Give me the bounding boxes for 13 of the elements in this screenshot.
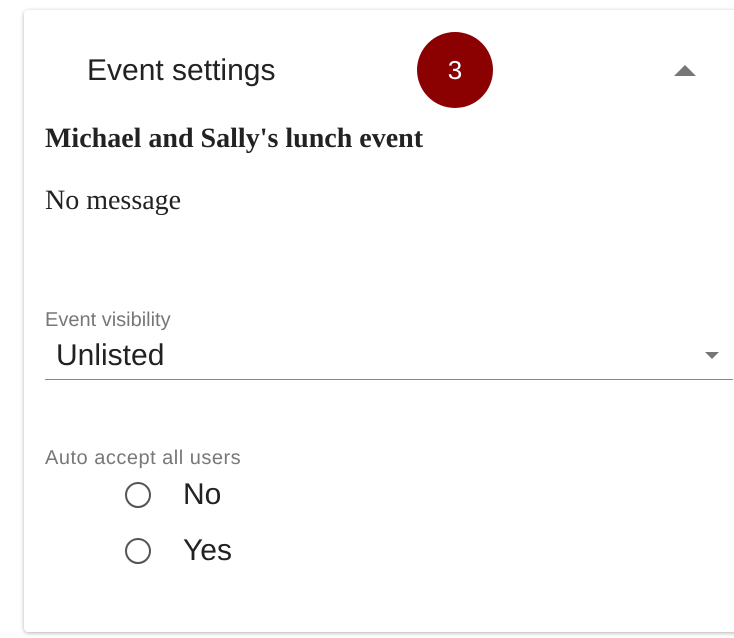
visibility-dropdown[interactable]: Unlisted <box>45 332 733 380</box>
field-label: Auto accept all users <box>45 446 242 470</box>
event-name: Michael and Sally's lunch event <box>45 122 424 156</box>
radio-button[interactable] <box>125 482 151 508</box>
radio-label: Yes <box>183 534 232 568</box>
field-label: Event visibility <box>45 308 172 332</box>
event-message: No message <box>45 184 182 218</box>
panel-title: Event settings <box>87 52 276 88</box>
dropdown-arrow-icon <box>705 352 719 359</box>
collapse-caret-icon[interactable] <box>674 64 696 76</box>
radio-button[interactable] <box>125 538 151 564</box>
radio-label: No <box>183 478 222 512</box>
count-badge: 3 <box>417 32 493 108</box>
